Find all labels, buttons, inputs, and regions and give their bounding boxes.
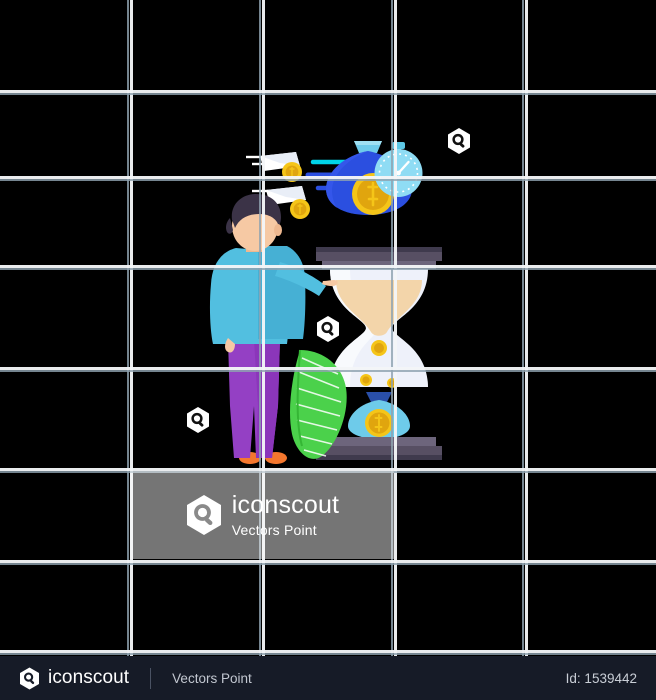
center-watermark-tagline: Vectors Point (231, 522, 317, 538)
footer-divider (150, 667, 152, 689)
watermark-badge-1-icon (448, 128, 470, 154)
grid-line-v4 (522, 0, 528, 656)
stopwatch-icon (374, 142, 423, 197)
grid-line-v3 (391, 0, 397, 656)
grid-line-h3 (0, 265, 656, 270)
grid-line-h6 (0, 560, 656, 565)
footer-brand: iconscout Vectors Point (0, 667, 252, 690)
grid-line-h4 (0, 367, 656, 372)
footer-tagline: Vectors Point (172, 670, 252, 686)
center-watermark-logo-name: iconscout (231, 491, 340, 519)
footer-bar: iconscout Vectors Point Id: 1539442 (0, 656, 656, 700)
footer-iconscout-logo-icon (20, 667, 39, 689)
grid-line-h1 (0, 90, 656, 95)
illustration-canvas: iconscout Vectors Point (0, 0, 656, 656)
iconscout-hex-logo-icon (186, 495, 221, 535)
grid-line-h7 (0, 650, 656, 655)
grid-line-h2 (0, 176, 656, 181)
footer-logo-name: iconscout (48, 667, 130, 688)
footer-asset-id: Id: 1539442 (565, 670, 637, 686)
watermark-badge-3-icon (187, 407, 209, 433)
watermark-badge-2-icon (317, 316, 339, 342)
center-watermark: iconscout Vectors Point (130, 471, 394, 559)
